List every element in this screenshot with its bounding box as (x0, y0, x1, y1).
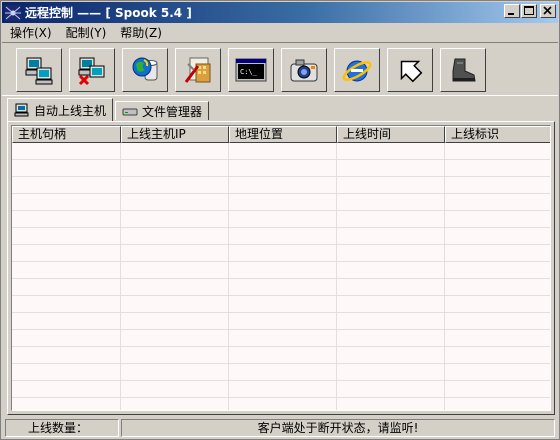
host-list[interactable]: 主机句柄 上线主机IP 地理位置 上线时间 上线标识 (11, 125, 551, 411)
boot-icon (452, 58, 476, 82)
column-header-location[interactable]: 地理位置 (229, 126, 337, 143)
camera-icon (290, 59, 318, 82)
column-divider (120, 143, 121, 410)
browser-button[interactable] (334, 48, 380, 92)
screenshot-button[interactable] (281, 48, 327, 92)
tab-strip: 自动上线主机 文件管理器 (7, 98, 555, 121)
menu-config[interactable]: 配制(Y) (58, 24, 113, 41)
computer-icon (14, 103, 29, 117)
globe-database-icon (132, 57, 158, 81)
title-bar[interactable]: 远程控制 —— [ Spook 5.4 ] (2, 2, 558, 23)
column-header-handle[interactable]: 主机句柄 (12, 126, 121, 143)
column-header-ip[interactable]: 上线主机IP (121, 126, 229, 143)
arrow-cursor-icon (400, 60, 423, 83)
tab-auto-online-hosts[interactable]: 自动上线主机 (7, 98, 113, 121)
maximize-icon (524, 6, 534, 15)
command-prompt-icon: C:\_ (235, 58, 267, 82)
column-divider (336, 143, 337, 410)
close-button[interactable] (540, 4, 556, 18)
column-divider (444, 143, 445, 410)
toolbar: C:\_ (2, 42, 558, 96)
svg-text:C:\_: C:\_ (240, 68, 258, 76)
status-message: 客户端处于断开状态，请监听! (121, 419, 555, 437)
column-header-tag[interactable]: 上线标识 (445, 126, 550, 143)
minimize-icon (508, 13, 514, 15)
column-header-time[interactable]: 上线时间 (337, 126, 445, 143)
tab-label: 自动上线主机 (33, 103, 106, 118)
globe-database-button[interactable] (122, 48, 168, 92)
tools-settings-icon (184, 57, 211, 83)
disconnect-button[interactable] (69, 48, 115, 92)
internet-explorer-icon (342, 60, 372, 82)
menu-help[interactable]: 帮助(Z) (112, 24, 168, 41)
window-title: 远程控制 —— [ Spook 5.4 ] (25, 6, 192, 20)
connect-button[interactable] (16, 48, 62, 92)
app-spider-icon (5, 4, 21, 21)
menu-operate[interactable]: 操作(X) (2, 24, 58, 41)
list-grid (12, 143, 550, 410)
status-bar: 上线数量： 客户端处于断开状态，请监听! (2, 418, 558, 438)
disconnect-computer-icon (78, 57, 105, 86)
minimize-button[interactable] (504, 4, 520, 18)
maximize-button[interactable] (521, 4, 537, 18)
main-window: 远程控制 —— [ Spook 5.4 ] 操作(X) 配制(Y) 帮助(Z) (0, 0, 560, 440)
close-icon (543, 6, 552, 15)
drive-icon (122, 108, 138, 116)
list-header: 主机句柄 上线主机IP 地理位置 上线时间 上线标识 (12, 126, 550, 143)
connect-computer-icon (25, 57, 53, 85)
settings-button[interactable] (175, 48, 221, 92)
menu-bar: 操作(X) 配制(Y) 帮助(Z) (2, 23, 558, 42)
cursor-button[interactable] (387, 48, 433, 92)
kick-button[interactable] (440, 48, 486, 92)
tab-panel: 主机句柄 上线主机IP 地理位置 上线时间 上线标识 (7, 121, 555, 415)
tab-file-manager[interactable]: 文件管理器 (115, 101, 209, 120)
online-count-pane: 上线数量： (5, 419, 119, 437)
tab-label: 文件管理器 (141, 104, 202, 119)
command-prompt-button[interactable]: C:\_ (228, 48, 274, 92)
column-divider (228, 143, 229, 410)
